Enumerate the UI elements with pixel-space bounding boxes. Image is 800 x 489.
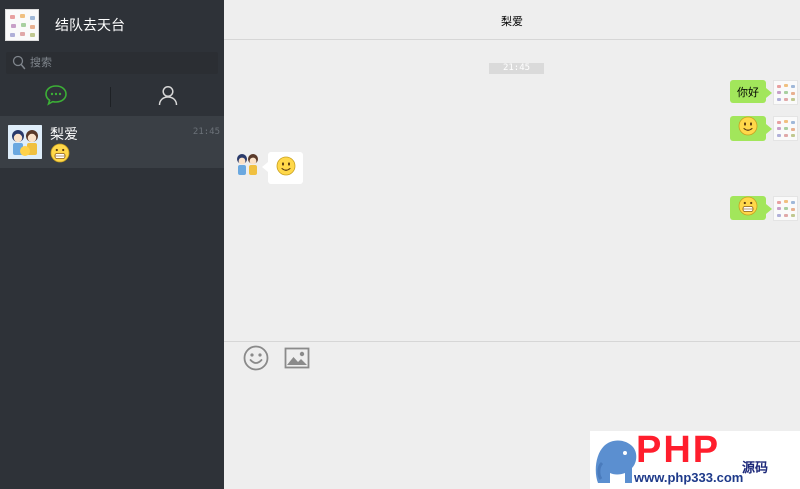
tab-chat[interactable]	[0, 80, 112, 114]
grin-emoji-icon	[738, 196, 758, 221]
watermark: PHP 源码 www.php333.com	[590, 429, 800, 489]
smile-emoji-icon	[276, 156, 296, 181]
search-input[interactable]	[30, 54, 210, 72]
contact-avatar-small	[235, 152, 260, 177]
watermark-url: www.php333.com	[634, 470, 744, 485]
my-avatar-small	[773, 196, 798, 221]
grin-emoji-icon	[50, 143, 70, 168]
sidebar: 结队去天台 搜索 梨爱 21:45	[0, 0, 224, 489]
chat-panel: 梨爱 21:45 你好	[224, 0, 800, 489]
conversation-time: 21:45	[192, 127, 220, 137]
chat-title: 梨爱	[501, 16, 523, 28]
chat-app: 结队去天台 搜索 梨爱 21:45 梨爱 21:45 你好 PHP 源码 www…	[0, 0, 800, 489]
search-icon	[12, 55, 26, 76]
message-bubble-self: 你好	[730, 80, 772, 103]
message-bubble-self	[730, 116, 772, 141]
my-avatar-small	[773, 80, 798, 105]
message-text: 你好	[737, 86, 759, 99]
watermark-brand-cn: 源码	[742, 461, 769, 476]
image-icon	[284, 347, 310, 374]
elephant-logo-icon	[592, 433, 638, 489]
search-box	[6, 52, 218, 74]
message-bubble-self	[730, 196, 772, 221]
time-divider: 21:45	[489, 63, 544, 74]
emoji-button[interactable]	[242, 345, 270, 376]
message-input[interactable]	[234, 378, 584, 478]
contact-avatar	[8, 125, 42, 159]
conversation-name: 梨爱	[50, 126, 78, 142]
sidebar-tabs	[0, 80, 224, 114]
my-avatar-small	[773, 116, 798, 141]
my-avatar[interactable]	[5, 9, 39, 41]
emoji-icon	[243, 345, 269, 376]
profile-name: 结队去天台	[55, 17, 125, 33]
chat-bubble-icon	[44, 84, 68, 111]
tab-contacts[interactable]	[112, 80, 224, 114]
image-button[interactable]	[283, 346, 311, 374]
conversation-item[interactable]: 梨爱 21:45	[0, 116, 224, 168]
chat-header: 梨爱	[224, 0, 800, 40]
profile-header: 结队去天台	[0, 0, 224, 50]
watermark-brand: PHP	[636, 429, 721, 471]
message-bubble-contact	[262, 152, 303, 184]
tab-divider	[110, 87, 111, 107]
smile-emoji-icon	[738, 116, 758, 141]
person-icon	[157, 84, 179, 111]
